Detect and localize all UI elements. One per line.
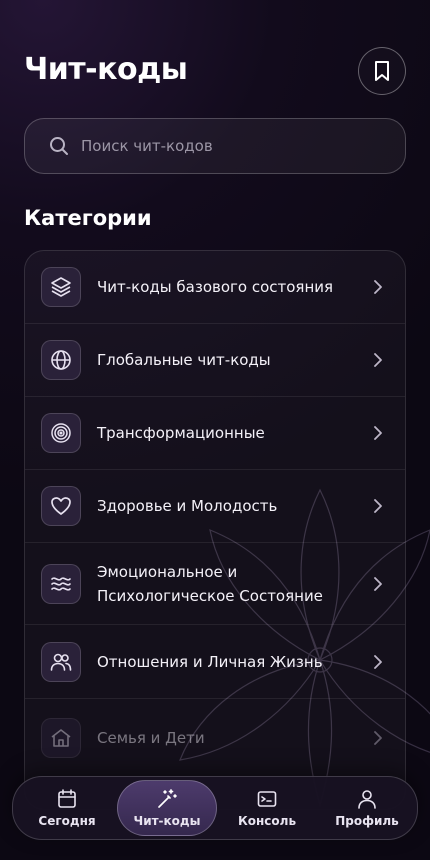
tab-label: Профиль [335, 814, 399, 828]
category-label: Чит-коды базового состояния [97, 278, 334, 296]
category-item-emotional[interactable]: Эмоциональное и Психологическое Состояни… [25, 543, 405, 625]
tab-label: Сегодня [38, 814, 96, 828]
users-icon [50, 653, 72, 671]
home-icon [51, 729, 71, 747]
category-icon-box [41, 413, 81, 453]
category-icon-box [41, 718, 81, 758]
calendar-icon [58, 789, 76, 808]
category-item-relationships[interactable]: Отношения и Личная Жизнь [25, 625, 405, 699]
category-icon-box [41, 267, 81, 307]
spiral-icon [51, 423, 71, 443]
tab-today[interactable]: Сегодня [17, 780, 117, 836]
chevron-right-icon [374, 731, 382, 745]
page-title: Чит-коды [24, 51, 188, 87]
chevron-right-icon [374, 499, 382, 513]
category-item-transformational[interactable]: Трансформационные [25, 397, 405, 470]
chevron-right-icon [374, 280, 382, 294]
bottom-tab-bar: Сегодня Чит-коды Консоль Профиль [12, 776, 418, 840]
globe-icon [51, 350, 71, 370]
chevron-right-icon [374, 426, 382, 440]
bookmark-icon [375, 61, 389, 81]
search-input[interactable] [81, 137, 381, 155]
layers-icon [51, 277, 71, 297]
heart-icon [51, 497, 71, 515]
tab-console[interactable]: Консоль [217, 780, 317, 836]
tab-profile[interactable]: Профиль [317, 780, 417, 836]
category-label: Отношения и Личная Жизнь [97, 652, 323, 671]
category-label: Глобальные чит-коды [97, 351, 271, 369]
category-item-base-state[interactable]: Чит-коды базового состояния [25, 251, 405, 324]
category-label: Здоровье и Молодость [97, 497, 278, 515]
category-label: Эмоциональное и Психологическое Состояни… [97, 562, 323, 605]
waves-icon [51, 576, 71, 591]
categories-title: Категории [24, 206, 152, 230]
category-label: Трансформационные [97, 424, 265, 442]
categories-list: Чит-коды базового состояния Глобальные ч… [24, 250, 406, 810]
category-item-family[interactable]: Семья и Дети [25, 699, 405, 777]
category-item-global[interactable]: Глобальные чит-коды [25, 324, 405, 397]
chevron-right-icon [374, 576, 382, 591]
bookmark-button[interactable] [358, 47, 406, 95]
category-icon-box [41, 641, 81, 682]
magic-wand-icon [158, 789, 177, 808]
category-icon-box [41, 563, 81, 604]
category-icon-box [41, 340, 81, 380]
category-icon-box [41, 486, 81, 526]
user-icon [358, 790, 376, 809]
chevron-right-icon [374, 353, 382, 367]
search-bar[interactable] [24, 118, 406, 174]
category-label: Семья и Дети [97, 729, 205, 747]
tab-label: Чит-коды [133, 814, 201, 828]
category-item-health[interactable]: Здоровье и Молодость [25, 470, 405, 543]
tab-cheat-codes[interactable]: Чит-коды [117, 780, 217, 836]
chevron-right-icon [374, 654, 382, 669]
terminal-icon [257, 791, 277, 807]
header: Чит-коды [24, 46, 406, 96]
search-icon [50, 137, 68, 155]
tab-label: Консоль [237, 814, 297, 828]
